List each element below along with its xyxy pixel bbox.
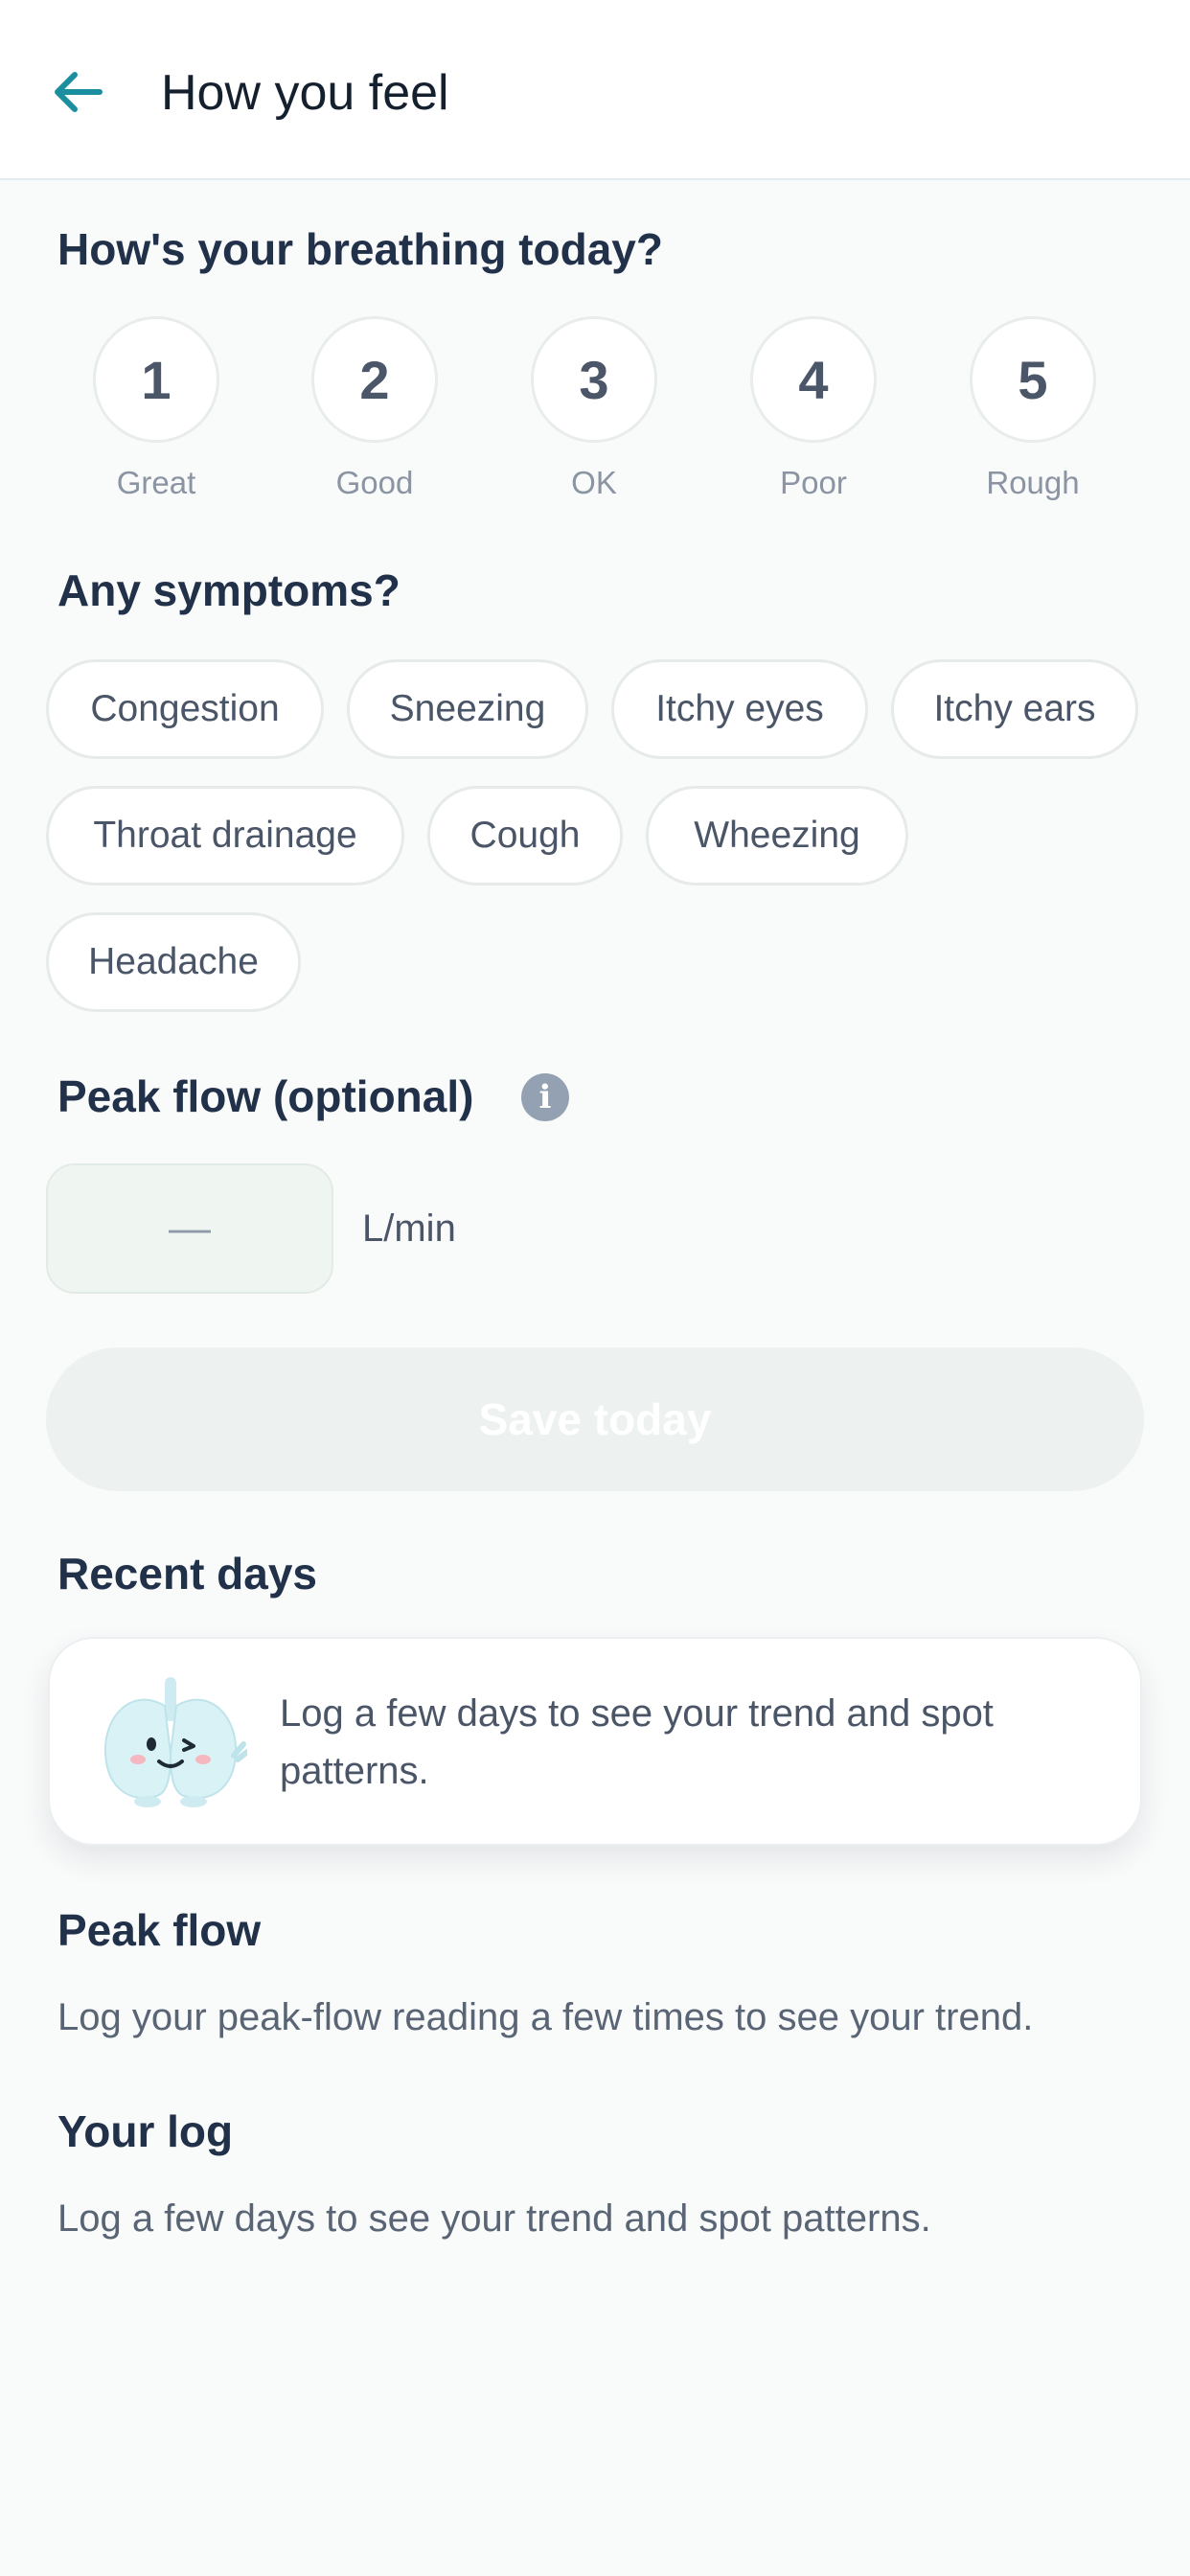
info-icon[interactable]: i — [521, 1073, 569, 1121]
symptoms-question: Any symptoms? — [57, 565, 400, 615]
rating-option-4[interactable]: 4 Poor — [737, 316, 890, 502]
symptom-chip-itchy-ears[interactable]: Itchy ears — [891, 659, 1138, 759]
recent-days-title: Recent days — [57, 1549, 318, 1598]
symptom-chip-headache[interactable]: Headache — [46, 912, 301, 1012]
rating-button[interactable]: 1 — [93, 316, 219, 443]
rating-button[interactable]: 4 — [750, 316, 877, 443]
peak-flow-unit: L/min — [362, 1208, 456, 1250]
rating-label: OK — [571, 465, 617, 500]
breathing-question: How's your breathing today? — [57, 224, 663, 274]
rating-label: Rough — [986, 465, 1080, 500]
rating-button[interactable]: 2 — [311, 316, 438, 443]
back-button[interactable] — [38, 54, 115, 130]
rating-option-5[interactable]: 5 Rough — [956, 316, 1110, 502]
rating-option-1[interactable]: 1 Great — [80, 316, 233, 502]
symptom-chip-wheezing[interactable]: Wheezing — [646, 786, 908, 886]
recent-days-empty-message: Log a few days to see your trend and spo… — [280, 1692, 994, 1792]
rating-button[interactable]: 5 — [970, 316, 1096, 443]
peak-flow-section-message: Log your peak-flow reading a few times t… — [57, 1996, 1034, 2038]
save-today-button[interactable]: Save today — [46, 1347, 1144, 1491]
arrow-left-icon — [55, 72, 103, 112]
symptom-chip-itchy-eyes[interactable]: Itchy eyes — [611, 659, 868, 759]
rating-button[interactable]: 3 — [531, 316, 657, 443]
peak-flow-input[interactable]: — — [46, 1163, 333, 1294]
recent-days-empty-card: Log a few days to see your trend and spo… — [48, 1637, 1142, 1846]
symptom-chip-cough[interactable]: Cough — [427, 786, 623, 886]
peak-flow-section-title: Peak flow — [57, 1905, 262, 1955]
breathing-rating-group: 1 Great 2 Good 3 OK 4 Poor 5 Rough — [57, 316, 1133, 508]
peak-flow-input-title: Peak flow (optional) — [57, 1071, 474, 1121]
rating-option-3[interactable]: 3 OK — [517, 316, 671, 502]
top-app-bar: How you feel — [0, 0, 1190, 180]
rating-option-2[interactable]: 2 Good — [298, 316, 451, 502]
symptom-chip-congestion[interactable]: Congestion — [46, 659, 324, 759]
rating-label: Poor — [780, 465, 847, 500]
your-log-title: Your log — [57, 2106, 234, 2156]
rating-label: Good — [335, 465, 414, 500]
page-title: How you feel — [161, 65, 449, 121]
symptom-chip-sneezing[interactable]: Sneezing — [347, 659, 588, 759]
rating-label: Great — [116, 465, 196, 500]
your-log-message: Log a few days to see your trend and spo… — [57, 2197, 931, 2240]
symptom-chip-throat-drainage[interactable]: Throat drainage — [46, 786, 404, 886]
lungs-mascot-icon — [103, 1677, 247, 1807]
